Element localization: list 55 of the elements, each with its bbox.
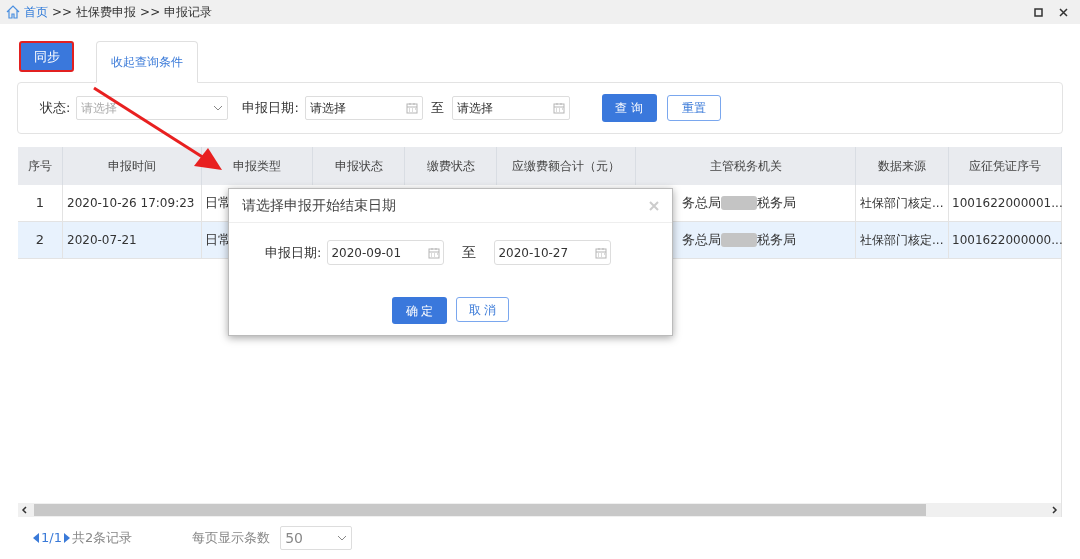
table-cell-text: 务总局 [682, 194, 721, 213]
calendar-icon [552, 102, 565, 114]
redaction-mark [721, 196, 757, 210]
page-size-label: 每页显示条数 [192, 529, 271, 548]
status-label: 状态: [40, 99, 71, 118]
table-cell-text: 2020-10-26 17:09:23 [67, 195, 195, 212]
table-cell-text: 2020-07-21 [67, 232, 137, 249]
date-to-field[interactable]: 2020-10-27 [494, 240, 612, 265]
table-cell-text: 1 [35, 194, 45, 213]
dialog-title: 请选择申报开始结束日期 [242, 196, 396, 215]
cancel-button[interactable]: 取 消 [456, 297, 509, 322]
page-indicator: 1/1 [41, 529, 62, 548]
sync-button[interactable]: 同步 [19, 41, 74, 72]
table-cell-text: 税务局 [757, 231, 796, 250]
date-label: 申报日期: [265, 243, 322, 262]
date-label: 申报日期: [242, 99, 299, 118]
home-icon [6, 5, 20, 19]
table-cell-text: 1001622000001... [952, 195, 1063, 212]
date-from-field[interactable]: 2020-09-01 [327, 240, 445, 265]
chevron-down-icon [213, 105, 224, 111]
breadcrumb-item: 社保费申报 [76, 4, 137, 21]
table-cell-text: 社保部门核定... [860, 195, 944, 212]
to-label: 至 [430, 99, 444, 118]
collapse-filters-tab[interactable]: 收起查询条件 [96, 41, 198, 83]
table-cell-text: 日常 [205, 194, 231, 213]
calendar-icon [405, 102, 418, 114]
table-cell-text: 2 [35, 231, 45, 250]
table-cell-text: 1001622000000... [952, 232, 1063, 249]
breadcrumb-item: >> [52, 4, 73, 21]
breadcrumb-item: >> [140, 4, 161, 21]
restore-icon[interactable] [1034, 7, 1043, 17]
scrollbar-thumb[interactable] [34, 504, 926, 516]
close-icon[interactable] [1059, 7, 1068, 17]
horizontal-scrollbar[interactable] [18, 503, 1061, 517]
table-cell-text: 务总局 [682, 231, 721, 250]
table-cell-text: 税务局 [757, 194, 796, 213]
breadcrumb-link[interactable]: 首页 [24, 3, 48, 21]
query-button[interactable]: 查 询 [601, 94, 657, 122]
date-to-field[interactable]: 请选择 [451, 96, 570, 120]
table-cell-text: 社保部门核定... [860, 232, 944, 249]
to-label: 至 [462, 243, 477, 262]
reset-button[interactable]: 重置 [666, 95, 721, 121]
calendar-icon [595, 246, 608, 259]
confirm-button[interactable]: 确 定 [392, 297, 447, 324]
calendar-icon [428, 246, 441, 259]
page-size-select[interactable]: 50 [280, 526, 353, 550]
status-select[interactable]: 请选择 [76, 96, 229, 120]
record-count: 共2条记录 [71, 529, 133, 548]
chevron-down-icon [337, 535, 348, 541]
table-cell-text: 日常 [205, 231, 231, 250]
date-from-field[interactable]: 请选择 [304, 96, 423, 120]
prev-page-icon[interactable] [33, 533, 39, 543]
next-page-icon[interactable] [63, 533, 70, 543]
redaction-mark [721, 233, 757, 247]
breadcrumb-item: 申报记录 [164, 4, 213, 21]
